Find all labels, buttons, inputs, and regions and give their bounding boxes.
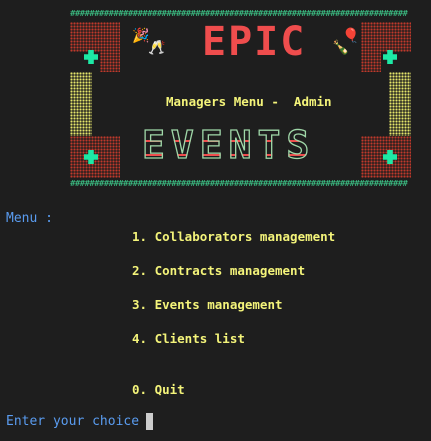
- celebration-icon: 🥂: [148, 40, 166, 56]
- green-tile-icon: [383, 50, 397, 64]
- yellow-dot-pattern: [70, 72, 92, 136]
- ascii-banner: ########################################…: [70, 10, 411, 190]
- menu-item-clients[interactable]: 4. Clients list: [132, 331, 245, 346]
- green-tile-icon: [84, 50, 98, 64]
- banner-left-pattern: [70, 22, 120, 178]
- menu-item-contracts[interactable]: 2. Contracts management: [132, 263, 305, 278]
- red-dot-pattern: [361, 52, 381, 72]
- red-dot-pattern: [70, 22, 120, 52]
- terminal-cursor[interactable]: [146, 413, 153, 430]
- choice-prompt: Enter your choice :: [6, 414, 163, 429]
- banner-bottom-border: ########################################…: [70, 180, 408, 188]
- logo-epic: EPIC: [202, 19, 307, 65]
- banner-right-pattern: [361, 22, 411, 178]
- menu-item-collaborators[interactable]: 1. Collaborators management: [132, 229, 335, 244]
- banner-subtitle: Managers Menu - Admin: [166, 94, 332, 109]
- balloon-icon: 🎈: [342, 28, 360, 44]
- banner-top-border: ########################################…: [70, 10, 408, 18]
- party-popper-icon: 🎉: [132, 28, 150, 44]
- logo-events: EVENTS: [141, 120, 350, 170]
- red-dot-pattern: [361, 22, 411, 52]
- menu-item-quit[interactable]: 0. Quit: [132, 382, 185, 397]
- yellow-dot-pattern: [389, 72, 411, 136]
- menu-item-events[interactable]: 3. Events management: [132, 297, 283, 312]
- menu-header: Menu :: [6, 211, 53, 226]
- red-dot-pattern: [100, 52, 120, 72]
